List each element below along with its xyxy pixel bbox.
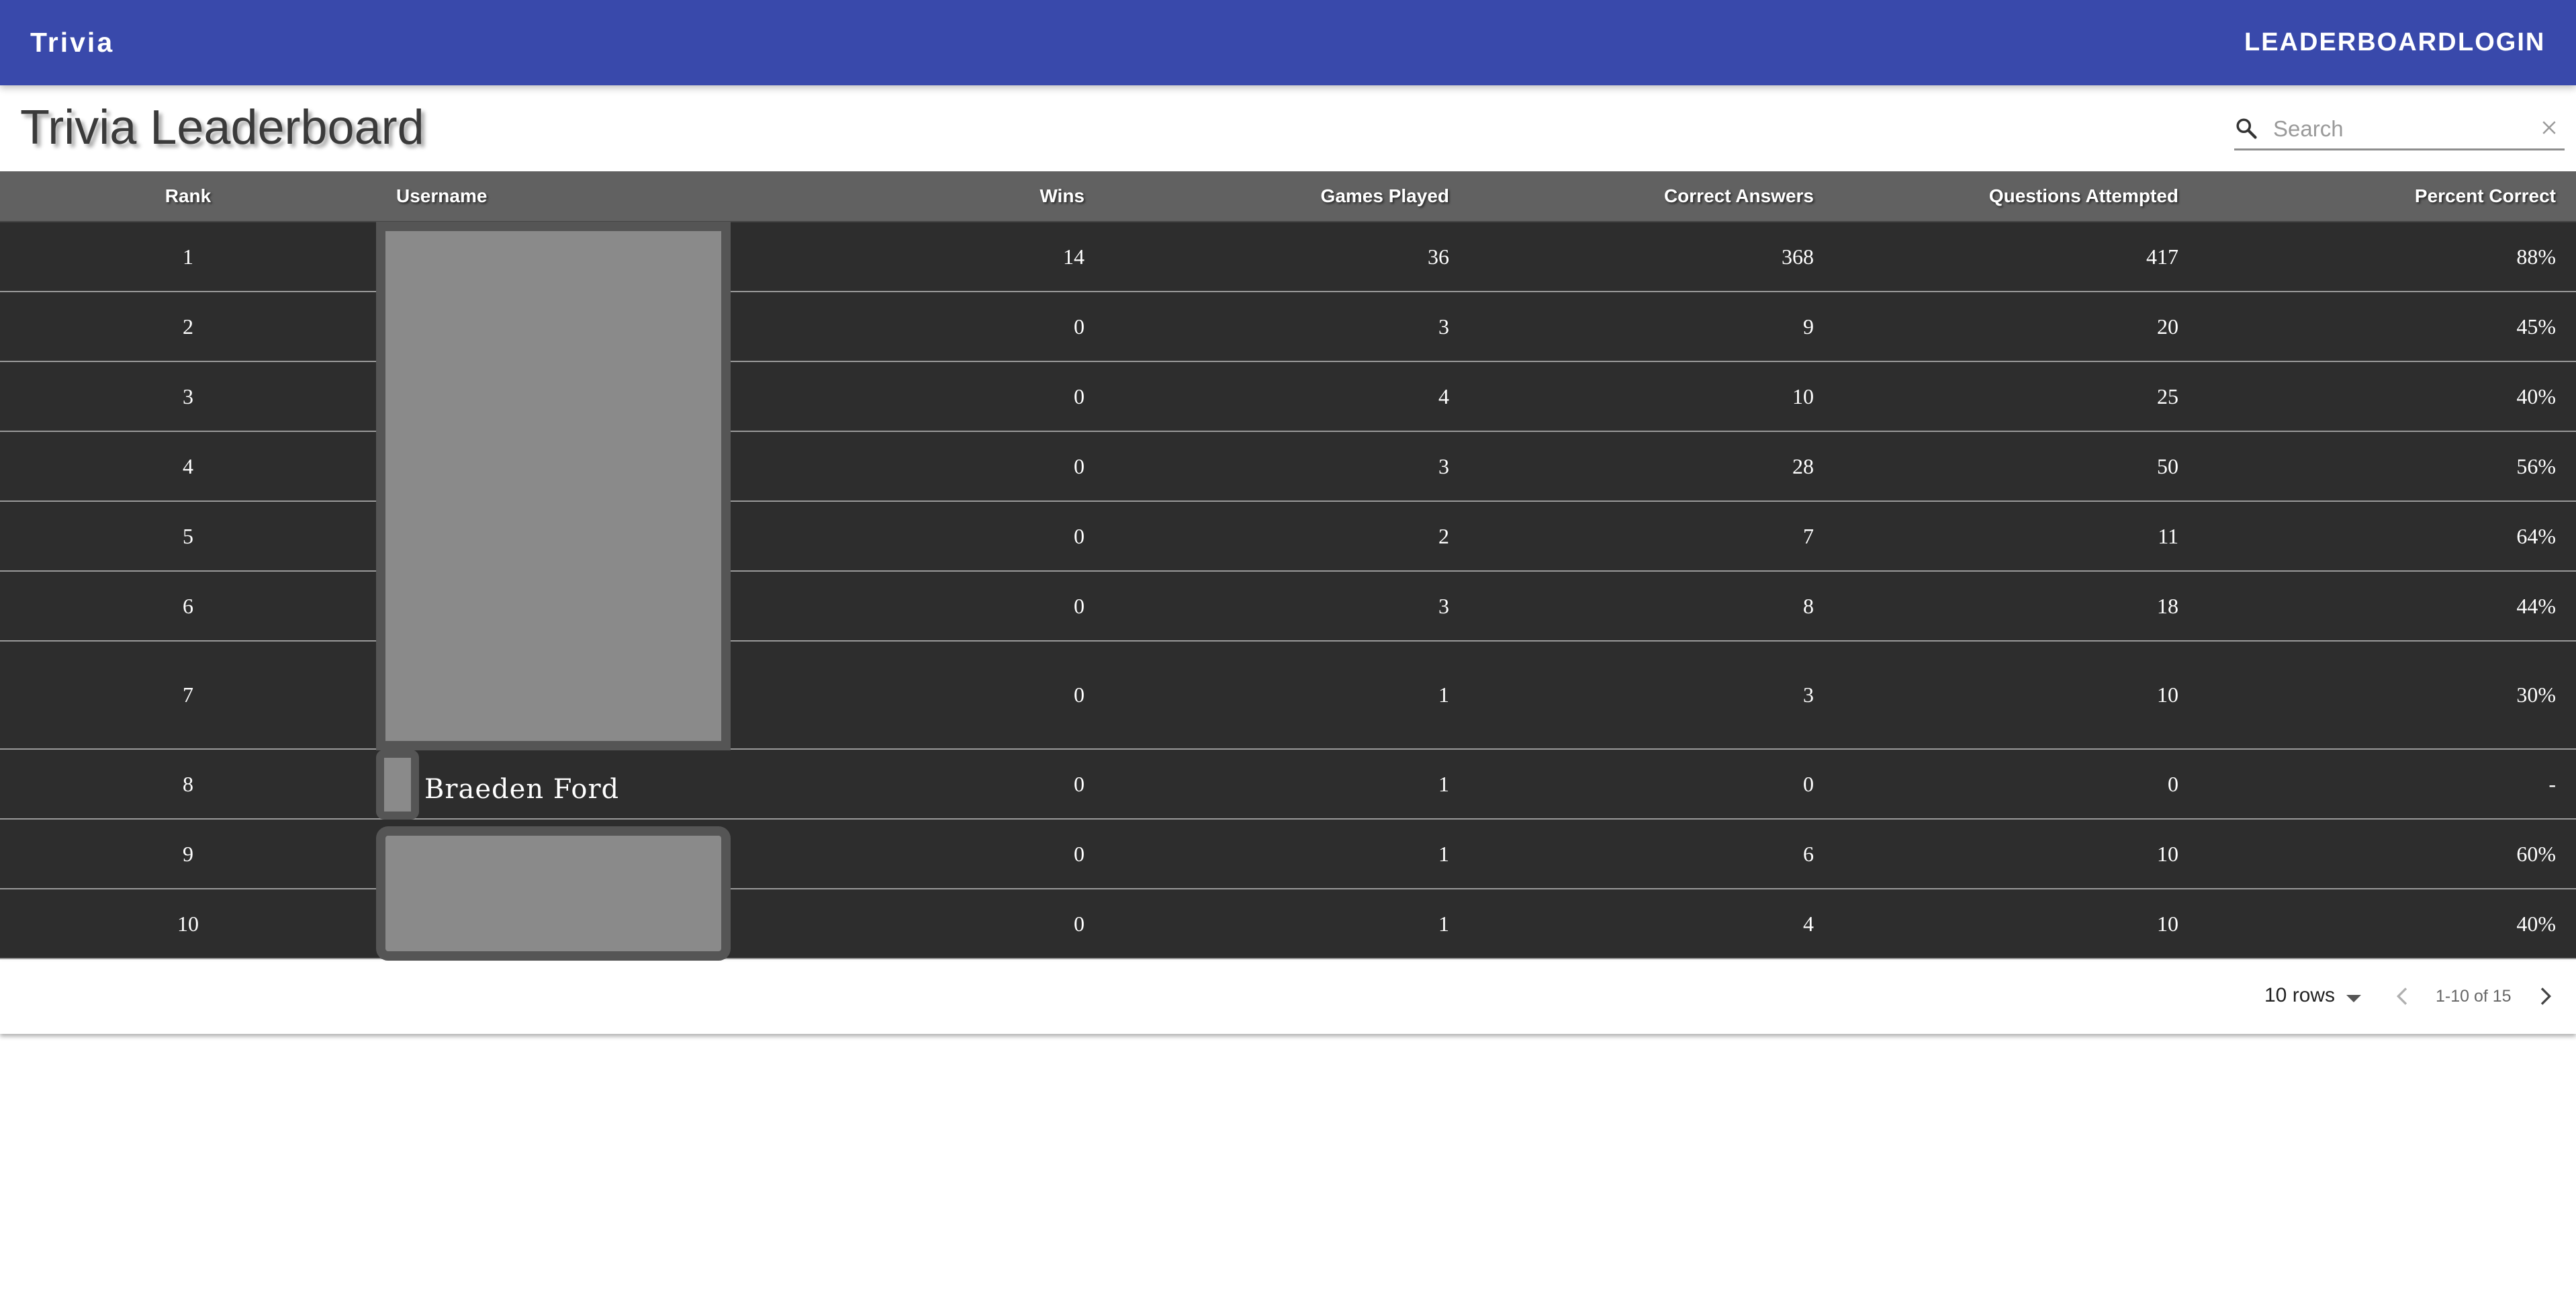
cell-wins: 14 — [742, 222, 1105, 292]
cell-correct-answers: 8 — [1469, 571, 1834, 642]
cell-games-played: 1 — [1105, 889, 1469, 959]
cell-percent-correct: 30% — [2199, 641, 2576, 750]
cell-games-played: 36 — [1105, 222, 1469, 292]
cell-percent-correct: 60% — [2199, 819, 2576, 889]
avatar — [376, 750, 419, 820]
cell-percent-correct: 88% — [2199, 222, 2576, 292]
cell-wins: 0 — [742, 361, 1105, 432]
cell-rank: 9 — [0, 819, 376, 889]
cell-correct-answers: 368 — [1469, 222, 1834, 292]
cell-wins: 0 — [742, 571, 1105, 642]
rows-per-page-select[interactable]: 10 rows — [2264, 984, 2335, 1007]
table-toolbar: Trivia Leaderboard — [0, 85, 2576, 171]
cell-games-played: 3 — [1105, 292, 1469, 362]
cell-questions-attempted: 10 — [1834, 641, 2199, 750]
cell-questions-attempted: 417 — [1834, 222, 2199, 292]
search-input[interactable] — [2272, 112, 2516, 146]
username-text: Braeden Ford — [424, 774, 620, 805]
cell-percent-correct: 40% — [2199, 889, 2576, 959]
column-header-questions-attempted[interactable]: Questions Attempted — [1834, 171, 2199, 222]
cell-questions-attempted: 25 — [1834, 361, 2199, 432]
cell-rank: 10 — [0, 889, 376, 959]
cell-wins: 0 — [742, 292, 1105, 362]
cell-wins: 0 — [742, 431, 1105, 502]
column-header-percent-correct[interactable]: Percent Correct — [2199, 171, 2576, 222]
cell-percent-correct: 44% — [2199, 571, 2576, 642]
column-header-rank[interactable]: Rank — [0, 171, 376, 222]
cell-correct-answers: 6 — [1469, 819, 1834, 889]
cell-rank: 1 — [0, 222, 376, 292]
cell-rank: 6 — [0, 571, 376, 642]
cell-questions-attempted: 18 — [1834, 571, 2199, 642]
nav-leaderboard-link[interactable]: LEADERBOARD — [2244, 26, 2458, 59]
chevron-down-icon[interactable] — [2346, 995, 2361, 1002]
cell-questions-attempted: 10 — [1834, 889, 2199, 959]
cell-wins: 0 — [742, 819, 1105, 889]
cell-games-played: 4 — [1105, 361, 1469, 432]
cell-correct-answers: 9 — [1469, 292, 1834, 362]
app-title[interactable]: Trivia — [30, 26, 114, 59]
search-icon — [2236, 118, 2257, 139]
cell-games-played: 1 — [1105, 641, 1469, 750]
cell-rank: 4 — [0, 431, 376, 502]
table-row[interactable]: 8 Braeden Ford 0 1 0 0 - — [0, 749, 2576, 820]
cell-games-played: 3 — [1105, 571, 1469, 642]
cell-games-played: 1 — [1105, 749, 1469, 820]
cell-rank: 7 — [0, 641, 376, 750]
cell-correct-answers: 3 — [1469, 641, 1834, 750]
cell-correct-answers: 0 — [1469, 749, 1834, 820]
cell-rank: 2 — [0, 292, 376, 362]
cell-questions-attempted: 11 — [1834, 501, 2199, 572]
cell-percent-correct: 56% — [2199, 431, 2576, 502]
cell-wins: 0 — [742, 889, 1105, 959]
cell-wins: 0 — [742, 641, 1105, 750]
cell-wins: 0 — [742, 501, 1105, 572]
column-header-correct-answers[interactable]: Correct Answers — [1469, 171, 1834, 222]
cell-rank: 8 — [0, 749, 376, 820]
cell-rank: 5 — [0, 501, 376, 572]
leaderboard-table-container: Rank Username Wins Games Played Correct … — [0, 171, 2576, 961]
chevron-left-icon[interactable] — [2389, 983, 2416, 1010]
cell-questions-attempted: 20 — [1834, 292, 2199, 362]
page-title: Trivia Leaderboard — [20, 101, 424, 155]
cell-username: Braeden Ford — [376, 749, 742, 820]
column-header-username[interactable]: Username — [376, 171, 742, 222]
cell-correct-answers: 10 — [1469, 361, 1834, 432]
cell-games-played: 1 — [1105, 819, 1469, 889]
cell-percent-correct: - — [2199, 749, 2576, 820]
redacted-username-block — [376, 222, 731, 750]
search-box — [2234, 108, 2565, 150]
cell-percent-correct: 40% — [2199, 361, 2576, 432]
table-header-row: Rank Username Wins Games Played Correct … — [0, 171, 2576, 222]
cell-questions-attempted: 0 — [1834, 749, 2199, 820]
cell-percent-correct: 45% — [2199, 292, 2576, 362]
cell-correct-answers: 4 — [1469, 889, 1834, 959]
cell-games-played: 2 — [1105, 501, 1469, 572]
nav-login-link[interactable]: LOGIN — [2458, 26, 2545, 59]
app-bar: Trivia LEADERBOARD LOGIN — [0, 0, 2576, 85]
cell-wins: 0 — [742, 749, 1105, 820]
cell-correct-answers: 7 — [1469, 501, 1834, 572]
cell-correct-answers: 28 — [1469, 431, 1834, 502]
redacted-username-block — [376, 826, 731, 961]
page-range-label: 1-10 of 15 — [2436, 987, 2512, 1006]
table-pagination: 10 rows 1-10 of 15 — [0, 961, 2576, 1034]
column-header-games-played[interactable]: Games Played — [1105, 171, 1469, 222]
column-header-wins[interactable]: Wins — [742, 171, 1105, 222]
cell-rank: 3 — [0, 361, 376, 432]
cell-questions-attempted: 50 — [1834, 431, 2199, 502]
cell-percent-correct: 64% — [2199, 501, 2576, 572]
cell-games-played: 3 — [1105, 431, 1469, 502]
close-icon[interactable] — [2539, 118, 2559, 138]
chevron-right-icon[interactable] — [2532, 983, 2559, 1010]
cell-questions-attempted: 10 — [1834, 819, 2199, 889]
